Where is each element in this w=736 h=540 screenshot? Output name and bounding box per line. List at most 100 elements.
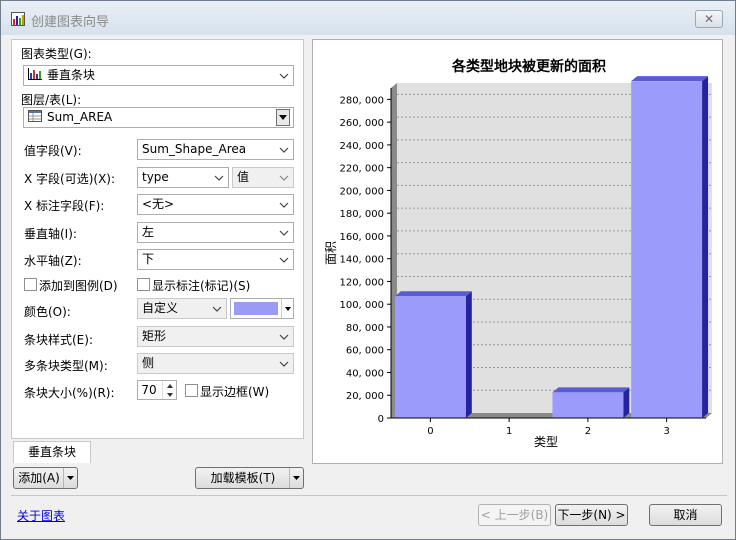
y-tick-label: 240, 000 xyxy=(339,141,384,152)
next-button[interactable]: 下一步(N) > xyxy=(555,504,628,526)
horizontal-axis-select[interactable]: 下 xyxy=(137,249,294,270)
chart-title: 各类型地块被更新的面积 xyxy=(451,58,606,75)
multi-bar-type-label: 多条块类型(M): xyxy=(24,359,108,373)
y-tick-label: 200, 000 xyxy=(339,186,384,197)
bar-style-label: 条块样式(E): xyxy=(24,333,93,347)
bar-top xyxy=(631,76,709,82)
close-button[interactable]: ✕ xyxy=(695,10,723,28)
value-field-label: 值字段(V): xyxy=(24,144,82,158)
chevron-down-icon xyxy=(278,66,290,85)
vertical-axis-select[interactable]: 左 xyxy=(137,222,294,243)
x-field-value: type xyxy=(142,170,169,184)
dropdown-arrow-icon xyxy=(276,109,290,126)
bar-style-select[interactable]: 矩形 xyxy=(137,326,294,347)
horizontal-axis-value: 下 xyxy=(142,252,155,266)
spin-up-icon[interactable] xyxy=(163,381,176,390)
layer-label: 图层/表(L): xyxy=(21,93,82,107)
x-field-select[interactable]: type xyxy=(137,167,229,188)
bar-0 xyxy=(394,296,466,418)
window-title: 创建图表向导 xyxy=(31,15,110,30)
cancel-button[interactable]: 取消 xyxy=(649,504,722,526)
y-tick-label: 140, 000 xyxy=(339,255,384,266)
bar-chart-icon xyxy=(28,68,42,80)
bar-side xyxy=(623,387,630,418)
load-template-button[interactable]: 加载模板(T) xyxy=(195,467,304,489)
chart-type-label: 图表类型(G): xyxy=(21,47,92,61)
bar-side xyxy=(465,291,472,418)
chevron-down-icon xyxy=(278,195,290,214)
chart-wizard-window: 创建图表向导 ✕ 图表类型(G): 垂直条块 图层/表(L): Sum_AREA… xyxy=(0,0,736,540)
y-tick-label: 20, 000 xyxy=(346,391,384,402)
value-field-value: Sum_Shape_Area xyxy=(142,142,247,156)
add-button[interactable]: 添加(A) xyxy=(13,467,78,489)
x-label-field-select[interactable]: <无> xyxy=(137,194,294,215)
multi-bar-type-select[interactable]: 侧 xyxy=(137,353,294,374)
bar-chart: 各类型地块被更新的面积 0 20, 000 40, 000 60, 000 80, 00… xyxy=(324,58,712,449)
layer-select[interactable]: Sum_AREA xyxy=(23,107,294,128)
dropdown-arrow-icon xyxy=(289,468,303,488)
bar-top xyxy=(394,291,472,297)
chart-settings-panel: 图表类型(G): 垂直条块 图层/表(L): Sum_AREA 值字段(V): … xyxy=(11,39,304,439)
y-tick-label: 60, 000 xyxy=(346,346,384,357)
chevron-down-icon xyxy=(278,223,290,242)
add-to-legend-checkbox[interactable] xyxy=(24,278,37,291)
x-tick-label: 3 xyxy=(663,426,669,437)
y-tick-label: 160, 000 xyxy=(339,232,384,243)
layer-value: Sum_AREA xyxy=(47,110,113,124)
spin-down-icon[interactable] xyxy=(163,390,176,399)
show-border-checkbox[interactable] xyxy=(185,384,198,397)
x-label-field-value: <无> xyxy=(142,197,175,211)
bar-3 xyxy=(631,81,703,418)
about-chart-link[interactable]: 关于图表 xyxy=(17,507,65,524)
table-icon xyxy=(28,110,42,122)
color-mode-select[interactable]: 自定义 xyxy=(137,298,227,319)
y-tick-label: 120, 000 xyxy=(339,277,384,288)
multi-bar-type-value: 侧 xyxy=(142,356,155,370)
bar-size-value: 70 xyxy=(141,383,157,397)
value-field-select[interactable]: Sum_Shape_Area xyxy=(137,139,294,160)
y-axis-title: 面积 xyxy=(324,241,338,265)
x-tick-label: 2 xyxy=(585,426,591,437)
bar-size-label: 条块大小(%)(R): xyxy=(24,386,115,400)
show-labels-checkbox[interactable] xyxy=(137,278,150,291)
x-sort-select[interactable]: 值 xyxy=(232,167,294,188)
add-to-legend-label: 添加到图例(D) xyxy=(39,279,118,293)
color-mode-value: 自定义 xyxy=(142,301,179,315)
chart-type-select[interactable]: 垂直条块 xyxy=(23,65,294,86)
x-sort-value: 值 xyxy=(237,170,250,184)
tab-vertical-bar[interactable]: 垂直条块 xyxy=(13,441,91,463)
y-tick-label: 0 xyxy=(378,414,384,425)
show-border-label: 显示边框(W) xyxy=(200,385,270,399)
bar-size-stepper[interactable]: 70 xyxy=(137,380,177,400)
back-button[interactable]: < 上一步(B) xyxy=(478,504,551,526)
load-template-label: 加载模板(T) xyxy=(210,471,276,485)
y-tick-label: 220, 000 xyxy=(339,164,384,175)
y-tick-label: 260, 000 xyxy=(339,118,384,129)
bar-style-value: 矩形 xyxy=(142,329,167,343)
chart-app-icon xyxy=(11,12,25,26)
bar-side xyxy=(702,76,709,418)
color-picker-button[interactable] xyxy=(230,298,294,319)
y-axis-ticks: 0 20, 000 40, 000 60, 000 80, 000 100, 000 120… xyxy=(339,95,391,425)
chevron-down-icon xyxy=(278,250,290,269)
chevron-down-icon xyxy=(278,327,290,346)
y-tick-label: 280, 000 xyxy=(339,95,384,106)
vertical-axis-value: 左 xyxy=(142,225,155,239)
show-labels-label: 显示标注(标记)(S) xyxy=(152,279,251,293)
separator xyxy=(11,495,727,496)
horizontal-axis-label: 水平轴(Z): xyxy=(24,254,82,268)
y-tick-label: 100, 000 xyxy=(339,300,384,311)
chart-type-value: 垂直条块 xyxy=(47,68,96,82)
add-button-label: 添加(A) xyxy=(18,471,60,485)
chevron-down-icon xyxy=(211,299,223,318)
vertical-axis-label: 垂直轴(I): xyxy=(24,227,77,241)
y-tick-label: 180, 000 xyxy=(339,209,384,220)
bar-top xyxy=(552,387,630,393)
x-label-field-label: X 标注字段(F): xyxy=(24,199,105,213)
bar-2 xyxy=(552,392,624,418)
x-tick-label: 1 xyxy=(506,426,512,437)
chevron-down-icon xyxy=(213,168,225,187)
chevron-down-icon xyxy=(278,354,290,373)
dropdown-arrow-icon xyxy=(281,299,293,318)
x-field-label: X 字段(可选)(X): xyxy=(24,172,116,186)
